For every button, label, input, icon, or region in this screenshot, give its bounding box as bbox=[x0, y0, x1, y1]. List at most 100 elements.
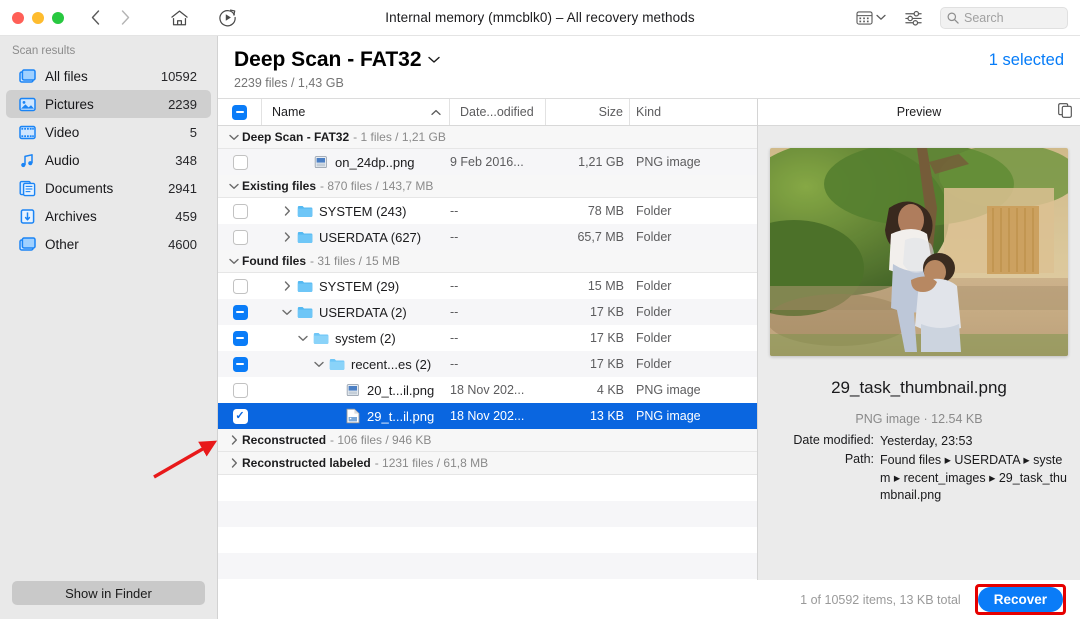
chevron-down-icon[interactable] bbox=[226, 258, 242, 265]
column-header-date[interactable]: Date...odified bbox=[450, 99, 546, 125]
sidebar-item-other[interactable]: Other 4600 bbox=[6, 230, 211, 258]
table-group-header[interactable]: Reconstructed labeled - 1231 files / 61,8… bbox=[218, 452, 757, 475]
sliders-icon[interactable] bbox=[898, 5, 928, 31]
sidebar-item-audio[interactable]: Audio 348 bbox=[6, 146, 211, 174]
forward-button[interactable] bbox=[112, 5, 138, 31]
row-checkbox[interactable] bbox=[218, 377, 262, 403]
row-name-cell: on_24dp..png bbox=[262, 149, 450, 175]
table-row[interactable]: SYSTEM (29) -- 15 MB Folder bbox=[218, 273, 757, 299]
row-name-cell: recent...es (2) bbox=[262, 351, 450, 377]
row-checkbox[interactable] bbox=[218, 149, 262, 175]
row-checkbox[interactable] bbox=[218, 273, 262, 299]
row-checkbox[interactable]: ✓ bbox=[218, 403, 262, 429]
row-checkbox[interactable] bbox=[218, 325, 262, 351]
row-size: 15 MB bbox=[587, 279, 624, 293]
footer-bar: 1 of 10592 items, 13 KB total Recover bbox=[218, 580, 1080, 619]
chevron-down-icon[interactable] bbox=[294, 335, 312, 342]
row-checkbox[interactable] bbox=[218, 198, 262, 224]
row-filename: 20_t...il.png bbox=[367, 382, 435, 398]
row-date: -- bbox=[450, 279, 459, 293]
chevron-down-icon[interactable] bbox=[310, 361, 328, 368]
chevron-down-icon[interactable] bbox=[278, 309, 296, 316]
main-panel: Deep Scan - FAT32 2239 files / 1,43 GB 1… bbox=[218, 36, 1080, 619]
row-size: 78 MB bbox=[587, 204, 624, 218]
table-row[interactable]: on_24dp..png 9 Feb 2016... 1,21 GB PNG imag… bbox=[218, 149, 757, 175]
table-row[interactable]: USERDATA (2) -- 17 KB Folder bbox=[218, 299, 757, 325]
documents-icon bbox=[18, 179, 36, 197]
table-group-header[interactable]: Reconstructed - 106 files / 946 KB bbox=[218, 429, 757, 452]
chevron-right-icon[interactable] bbox=[278, 232, 296, 242]
checkbox-indeterminate[interactable] bbox=[232, 356, 248, 372]
row-checkbox[interactable] bbox=[218, 299, 262, 325]
group-meta: - 106 files / 946 KB bbox=[330, 433, 432, 447]
checkbox-checked[interactable]: ✓ bbox=[232, 408, 248, 424]
column-header-size[interactable]: Size bbox=[546, 99, 630, 125]
chevron-down-icon[interactable] bbox=[226, 134, 242, 141]
rescan-icon[interactable] bbox=[212, 5, 242, 31]
navigation-buttons bbox=[82, 5, 242, 31]
row-size: 4 KB bbox=[596, 383, 624, 397]
checkbox-unchecked[interactable] bbox=[232, 229, 248, 245]
view-options-button[interactable] bbox=[856, 10, 886, 25]
sidebar-item-all-files[interactable]: All files 10592 bbox=[6, 62, 211, 90]
chevron-right-icon[interactable] bbox=[278, 281, 296, 291]
checkbox-unchecked[interactable] bbox=[232, 203, 248, 219]
row-checkbox[interactable] bbox=[218, 351, 262, 377]
chevron-up-icon bbox=[431, 109, 441, 115]
table-group-header[interactable]: Deep Scan - FAT32- 1 files / 1,21 GB bbox=[218, 126, 757, 149]
table-row[interactable]: USERDATA (627) -- 65,7 MB Folder bbox=[218, 224, 757, 250]
preview-body: 29_task_thumbnail.png PNG image · 12.54 … bbox=[758, 126, 1080, 580]
chevron-right-icon[interactable] bbox=[226, 435, 242, 445]
row-name-cell: system (2) bbox=[262, 325, 450, 351]
zoom-window-button[interactable] bbox=[52, 11, 64, 24]
column-header-name[interactable]: Name bbox=[262, 99, 450, 125]
preview-date-row: Date modified: Yesterday, 23:53 bbox=[770, 433, 1068, 451]
preview-path-label: Path: bbox=[844, 451, 874, 466]
folder-icon bbox=[296, 279, 314, 293]
group-name: Reconstructed labeled bbox=[242, 456, 371, 470]
sidebar-item-pictures[interactable]: Pictures 2239 bbox=[6, 90, 211, 118]
back-button[interactable] bbox=[82, 5, 108, 31]
select-all-checkbox[interactable] bbox=[218, 99, 262, 125]
checkbox-unchecked[interactable] bbox=[232, 382, 248, 398]
column-header-name-label: Name bbox=[272, 105, 306, 119]
table-row[interactable]: recent...es (2) -- 17 KB Folder bbox=[218, 351, 757, 377]
row-checkbox[interactable] bbox=[218, 224, 262, 250]
minimize-window-button[interactable] bbox=[32, 11, 44, 24]
close-window-button[interactable] bbox=[12, 11, 24, 24]
sidebar-item-documents[interactable]: Documents 2941 bbox=[6, 174, 211, 202]
table-row[interactable]: 20_t...il.png 18 Nov 202... 4 KB PNG image bbox=[218, 377, 757, 403]
table-row[interactable]: system (2) -- 17 KB Folder bbox=[218, 325, 757, 351]
sidebar-item-label: Documents bbox=[45, 180, 114, 196]
chevron-right-icon[interactable] bbox=[278, 206, 296, 216]
chevron-down-icon bbox=[427, 56, 440, 63]
search-input[interactable]: Search bbox=[940, 6, 1068, 29]
checkbox-indeterminate[interactable] bbox=[232, 304, 248, 320]
table-group-header[interactable]: Found files - 31 files / 15 MB bbox=[218, 250, 757, 273]
sidebar-item-video[interactable]: Video 5 bbox=[6, 118, 211, 146]
chevron-down-icon[interactable] bbox=[226, 183, 242, 190]
recover-button-highlight: Recover bbox=[974, 584, 1066, 615]
checkbox-indeterminate[interactable] bbox=[232, 330, 248, 346]
checkbox-unchecked[interactable] bbox=[232, 278, 248, 294]
row-name-cell: USERDATA (2) bbox=[262, 299, 450, 325]
table-row[interactable]: ✓ 29_t...il.png 18 Nov 202... 13 KB PNG imag… bbox=[218, 403, 757, 429]
column-header-kind[interactable]: Kind bbox=[630, 99, 757, 125]
recover-button[interactable]: Recover bbox=[977, 587, 1063, 612]
checkbox-unchecked[interactable] bbox=[232, 154, 248, 170]
home-icon[interactable] bbox=[164, 5, 194, 31]
copy-icon[interactable] bbox=[1058, 103, 1072, 121]
sidebar-item-archives[interactable]: Archives 459 bbox=[6, 202, 211, 230]
scan-title-button[interactable]: Deep Scan - FAT32 bbox=[234, 48, 989, 72]
preview-date-label: Date modified: bbox=[793, 433, 874, 447]
chevron-right-icon[interactable] bbox=[226, 458, 242, 468]
selected-count-label[interactable]: 1 selected bbox=[989, 48, 1064, 70]
folder-icon bbox=[296, 305, 314, 319]
title-bar: Internal memory (mmcblk0) – All recovery… bbox=[0, 0, 1080, 36]
row-date: 18 Nov 202... bbox=[450, 383, 525, 397]
table-empty-row bbox=[218, 501, 757, 527]
show-in-finder-button[interactable]: Show in Finder bbox=[12, 581, 205, 605]
sidebar-item-count: 5 bbox=[189, 124, 197, 140]
table-group-header[interactable]: Existing files - 870 files / 143,7 MB bbox=[218, 175, 757, 198]
table-row[interactable]: SYSTEM (243) -- 78 MB Folder bbox=[218, 198, 757, 224]
